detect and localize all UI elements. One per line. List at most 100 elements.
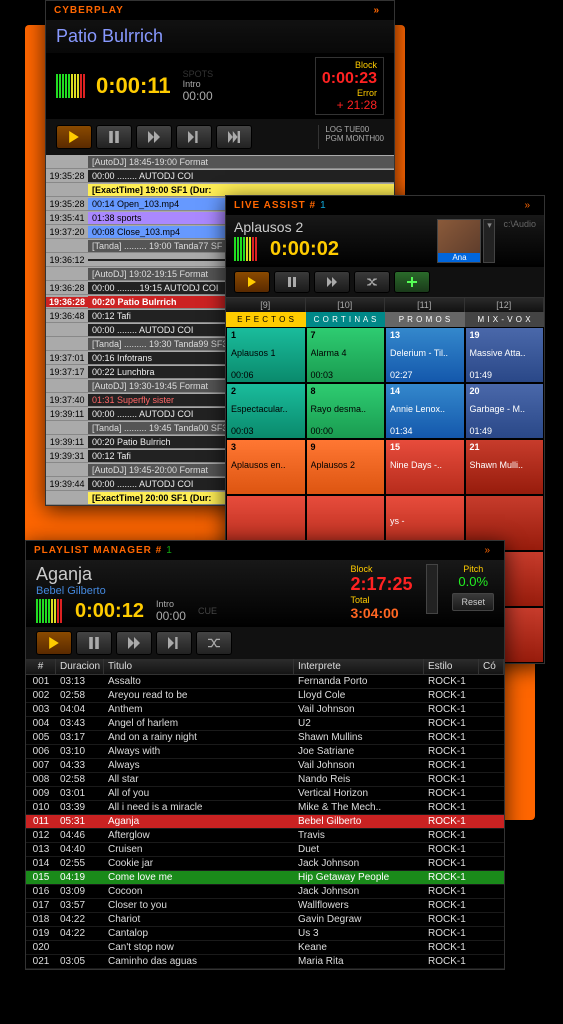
- vu-meter: [36, 599, 63, 623]
- la-add-button[interactable]: [394, 271, 430, 293]
- audio-path: c:\Audio: [503, 219, 536, 263]
- cyberplay-title: CYBERPLAY »: [46, 1, 394, 20]
- col-duration[interactable]: Duracion: [56, 659, 104, 674]
- col-title[interactable]: Titulo: [104, 659, 294, 674]
- playlist-table: # Duracion Titulo Interprete Estilo Có 0…: [26, 659, 504, 969]
- pm-track: Aganja: [36, 564, 342, 585]
- elapsed-time: 0:00:11: [96, 73, 171, 99]
- table-row[interactable]: 01304:40CruisenDuetROCK-1: [26, 843, 504, 857]
- table-row[interactable]: 02103:05Caminho das aguasMaria RitaROCK-…: [26, 955, 504, 969]
- clip-cell[interactable]: 20Garbage - M..01:49: [465, 383, 545, 439]
- table-row[interactable]: 01904:22CantalopUs 3ROCK-1: [26, 927, 504, 941]
- pitch-box: Pitch 0.0% Reset: [452, 564, 494, 611]
- la-next-button[interactable]: [314, 271, 350, 293]
- table-row[interactable]: 00202:58Areyou read to beLloyd ColeROCK-…: [26, 689, 504, 703]
- pm-block-box: Block 2:17:25 Total 3:04:00: [350, 564, 412, 621]
- collapse-icon[interactable]: »: [524, 200, 530, 211]
- col-estilo[interactable]: Estilo: [424, 659, 479, 674]
- pitch-reset-button[interactable]: Reset: [452, 593, 494, 611]
- table-row[interactable]: 00103:13AssaltoFernanda PortoROCK-1: [26, 675, 504, 689]
- la-play-button[interactable]: [234, 271, 270, 293]
- table-row[interactable]: 00903:01All of youVertical HorizonROCK-1: [26, 787, 504, 801]
- pm-intro: Intro 00:00: [156, 599, 186, 623]
- timer-row: 0:00:11 SPOTS Intro 00:00 Block 0:00:23 …: [46, 53, 394, 119]
- block-box: Block 0:00:23 Error + 21:28: [315, 57, 384, 115]
- page-button[interactable]: [10]: [306, 298, 386, 312]
- collapse-icon[interactable]: »: [484, 545, 490, 556]
- collapse-icon[interactable]: »: [373, 5, 380, 16]
- clip-cell[interactable]: 7Alarma 400:03: [306, 327, 386, 383]
- artist-thumbnail[interactable]: Ana: [437, 219, 481, 263]
- pm-artist: Bebel Gilberto: [36, 585, 342, 597]
- clip-cell[interactable]: 14Annie Lenox..01:34: [385, 383, 465, 439]
- table-row[interactable]: 01105:31AganjaBebel GilbertoROCK-1: [26, 815, 504, 829]
- cue-button[interactable]: [176, 125, 212, 149]
- pm-transport: [26, 627, 504, 659]
- category-tab[interactable]: M I X - V O X: [465, 312, 545, 327]
- pm-next-button[interactable]: [116, 631, 152, 655]
- clip-cell[interactable]: 2Espectacular..00:03: [226, 383, 306, 439]
- pitch-slider[interactable]: [426, 564, 438, 614]
- table-row[interactable]: 020Can't stop nowKeaneROCK-1: [26, 941, 504, 955]
- table-row[interactable]: 00704:33AlwaysVail JohnsonROCK-1: [26, 759, 504, 773]
- clip-cell[interactable]: 13Delerium - Til..02:27: [385, 327, 465, 383]
- table-row[interactable]: 01003:39All i need is a miracleMike & Th…: [26, 801, 504, 815]
- page-button[interactable]: [11]: [385, 298, 465, 312]
- pm-cue-label: CUE: [198, 606, 217, 616]
- schedule-row[interactable]: 19:35:2800:00 ........ AUTODJ COI: [46, 169, 394, 183]
- table-row[interactable]: 01402:55Cookie jarJack JohnsonROCK-1: [26, 857, 504, 871]
- la-transport: [226, 267, 544, 297]
- page-button[interactable]: [9]: [226, 298, 306, 312]
- thumb-dropdown[interactable]: ▾: [483, 219, 495, 263]
- pm-pause-button[interactable]: [76, 631, 112, 655]
- pm-play-button[interactable]: [36, 631, 72, 655]
- col-codigo: Có: [479, 659, 504, 674]
- table-row[interactable]: 01204:46AfterglowTravisROCK-1: [26, 829, 504, 843]
- now-playing-title: Patio Bulrrich: [46, 20, 394, 53]
- table-header-row: # Duracion Titulo Interprete Estilo Có: [26, 659, 504, 675]
- table-row[interactable]: 01504:19Come love meHip Getaway PeopleRO…: [26, 871, 504, 885]
- table-row[interactable]: 01603:09CocoonJack JohnsonROCK-1: [26, 885, 504, 899]
- table-row[interactable]: 00802:58All starNando ReisROCK-1: [26, 773, 504, 787]
- clip-cell[interactable]: 19Massive Atta..01:49: [465, 327, 545, 383]
- schedule-row[interactable]: [AutoDJ] 18:45-19:00 Format: [46, 155, 394, 169]
- clip-cell[interactable]: 1Aplausos 100:06: [226, 327, 306, 383]
- la-track-name: Aplausos 2: [234, 219, 437, 235]
- table-row[interactable]: 01804:22ChariotGavin DegrawROCK-1: [26, 913, 504, 927]
- page-button[interactable]: [12]: [465, 298, 545, 312]
- clip-cell[interactable]: 3Aplausos en..: [226, 439, 306, 495]
- category-tabs: E F E C T O SC O R T I N A SP R O M O SM…: [226, 312, 544, 327]
- next-button[interactable]: [136, 125, 172, 149]
- log-box: LOG TUE00 PGM MONTH00: [318, 125, 384, 149]
- play-button[interactable]: [56, 125, 92, 149]
- la-pause-button[interactable]: [274, 271, 310, 293]
- vu-meter: [56, 74, 86, 98]
- playlist-manager-panel: PLAYLIST MANAGER # 1 » Aganja Bebel Gilb…: [25, 540, 505, 970]
- pm-cue-button[interactable]: [156, 631, 192, 655]
- transport-bar: LOG TUE00 PGM MONTH00: [46, 119, 394, 155]
- col-num[interactable]: #: [26, 659, 56, 674]
- la-elapsed: 0:00:02: [270, 238, 339, 261]
- pm-elapsed: 0:00:12: [75, 600, 144, 623]
- pm-shuffle-button[interactable]: [196, 631, 232, 655]
- category-tab[interactable]: P R O M O S: [385, 312, 465, 327]
- table-row[interactable]: 01703:57Closer to youWallflowersROCK-1: [26, 899, 504, 913]
- table-row[interactable]: 00603:10Always withJoe SatrianeROCK-1: [26, 745, 504, 759]
- category-tab[interactable]: E F E C T O S: [226, 312, 306, 327]
- clip-cell[interactable]: 9Aplausos 2: [306, 439, 386, 495]
- playlist-top: Aganja Bebel Gilberto 0:00:12 Intro 00:0…: [26, 560, 504, 627]
- table-row[interactable]: 00503:17And on a rainy nightShawn Mullin…: [26, 731, 504, 745]
- la-shuffle-button[interactable]: [354, 271, 390, 293]
- clip-cell[interactable]: 15Nine Days -..: [385, 439, 465, 495]
- live-assist-header: LIVE ASSIST # 1 »: [226, 196, 544, 215]
- clip-cell[interactable]: 21Shawn Mulli..: [465, 439, 545, 495]
- clip-cell[interactable]: 8Rayo desma..00:00: [306, 383, 386, 439]
- pause-button[interactable]: [96, 125, 132, 149]
- spots-block: SPOTS Intro 00:00: [183, 69, 214, 103]
- table-row[interactable]: 00304:04AnthemVail JohnsonROCK-1: [26, 703, 504, 717]
- end-button[interactable]: [216, 125, 252, 149]
- table-row[interactable]: 00403:43Angel of harlemU2ROCK-1: [26, 717, 504, 731]
- vu-meter: [234, 237, 258, 261]
- category-tab[interactable]: C O R T I N A S: [306, 312, 386, 327]
- col-interprete[interactable]: Interprete: [294, 659, 424, 674]
